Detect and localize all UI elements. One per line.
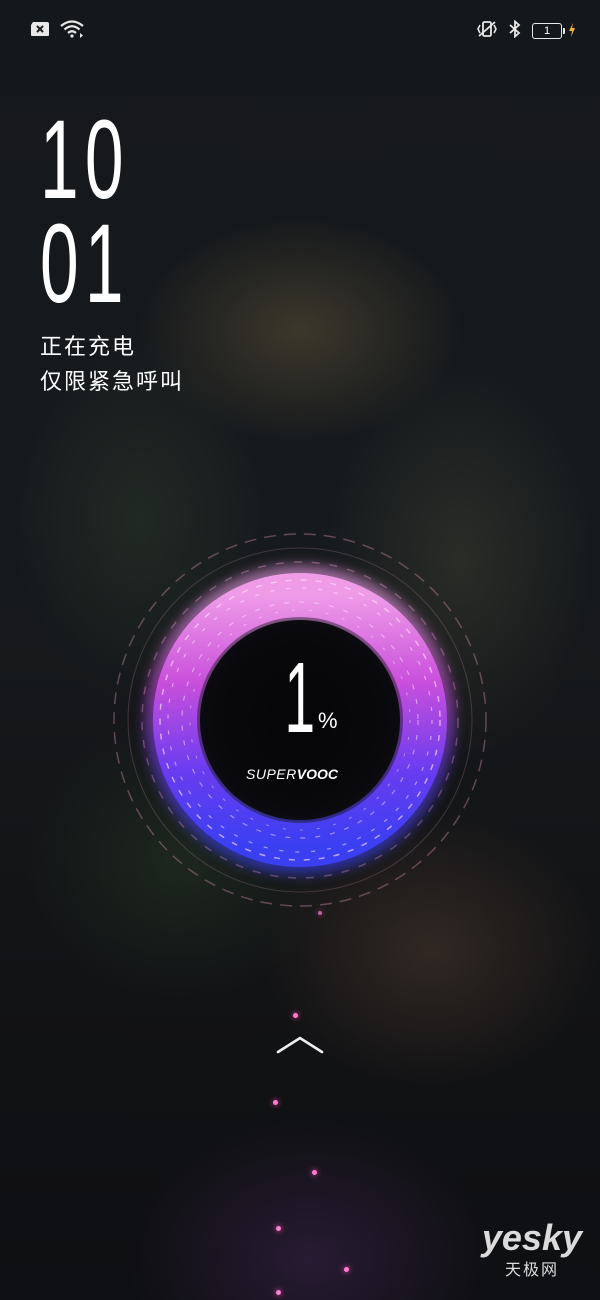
particle-dot <box>273 1100 278 1105</box>
watermark-sub: 天极网 <box>504 1260 559 1279</box>
brand-vooc: VOOC <box>296 766 338 782</box>
battery-percent: 1 % <box>100 648 500 748</box>
chevron-up-icon[interactable] <box>270 1030 330 1060</box>
battery-level: 1 <box>532 23 562 39</box>
clock-minutes: 01 <box>40 201 130 326</box>
particle-dot <box>312 1170 317 1175</box>
charging-ring: 1 % SUPERVOOC <box>100 520 500 920</box>
particle-dot <box>276 1290 281 1295</box>
super-vooc-label: SUPERVOOC <box>92 766 492 782</box>
bluetooth-icon <box>508 19 522 42</box>
sim-card-error-icon <box>30 21 50 41</box>
battery-percent-value: 1 <box>284 642 316 754</box>
wifi-icon <box>60 20 84 42</box>
clock-hours: 10 <box>40 97 130 222</box>
particle-dot <box>318 911 322 915</box>
charging-bolt-icon <box>568 22 576 41</box>
watermark-logo: yesky 天极网 <box>482 1220 582 1280</box>
battery-percent-sign: % <box>318 708 338 733</box>
brand-super: SUPER <box>246 766 297 782</box>
particle-dot <box>293 1013 298 1018</box>
emergency-only-status: 仅限紧急呼叫 <box>40 370 185 395</box>
watermark-main: yesky <box>481 1217 582 1258</box>
lock-status-text: 正在充电 仅限紧急呼叫 <box>40 330 184 400</box>
status-bar: 1 <box>0 0 600 60</box>
charging-status: 正在充电 <box>40 335 137 360</box>
particle-dot <box>276 1226 281 1231</box>
particle-dot <box>344 1267 349 1272</box>
battery-icon: 1 <box>532 22 576 41</box>
lock-clock: 10 01 <box>40 97 185 326</box>
vibrate-icon <box>476 20 498 42</box>
